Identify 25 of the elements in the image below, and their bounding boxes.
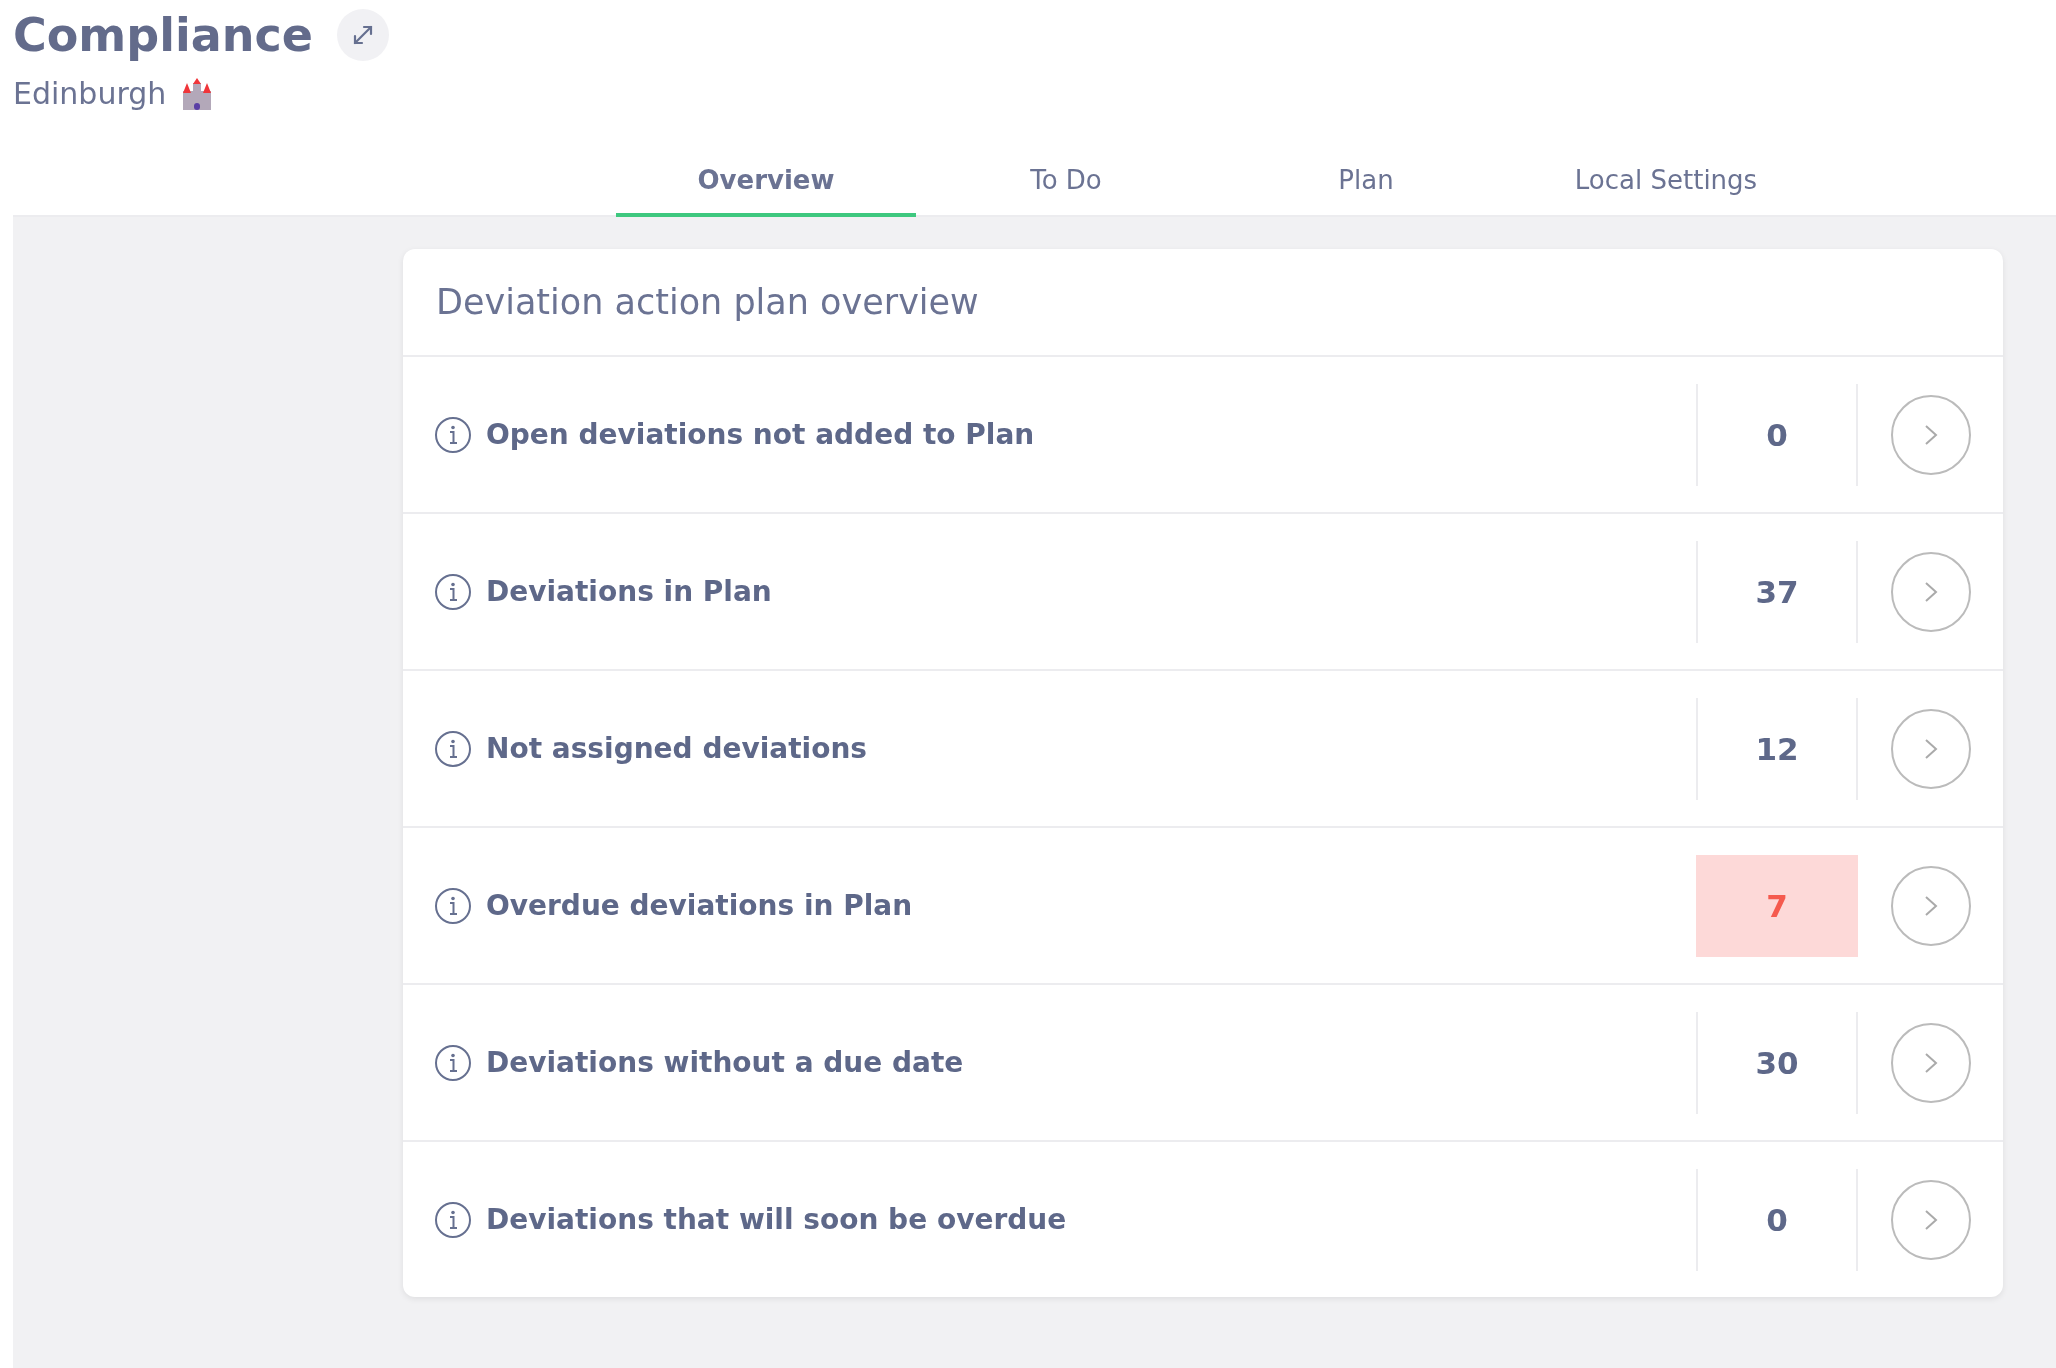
card-title: Deviation action plan overview [403,249,2003,357]
count-cell: 0 [1696,1168,1858,1271]
count-cell: 37 [1696,540,1858,643]
count-cell: 0 [1696,383,1858,486]
info-icon [434,572,472,611]
row-label: Deviations without a due date [486,1046,965,1079]
info-icon [434,1043,472,1082]
row-label: Open deviations not added to Plan [486,418,1036,451]
tab[interactable]: Plan [1216,147,1516,217]
info-icon [434,1200,472,1239]
count-cell: 30 [1696,1011,1858,1114]
info-icon [434,729,472,768]
expand-button[interactable] [337,9,389,61]
location-name: Edinburgh [13,76,167,111]
info-icon [434,415,472,454]
count-cell: 12 [1696,697,1858,800]
tab[interactable]: To Do [916,147,1216,217]
row-label: Deviations in Plan [486,575,773,608]
page-title: Compliance [13,8,313,62]
count-cell: 7 [1696,854,1858,957]
row-label: Not assigned deviations [486,732,868,765]
row-label: Deviations that will soon be overdue [486,1203,1068,1236]
tab[interactable]: Local Settings [1516,147,1816,217]
row-label: Overdue deviations in Plan [486,889,914,922]
info-icon [434,886,472,925]
